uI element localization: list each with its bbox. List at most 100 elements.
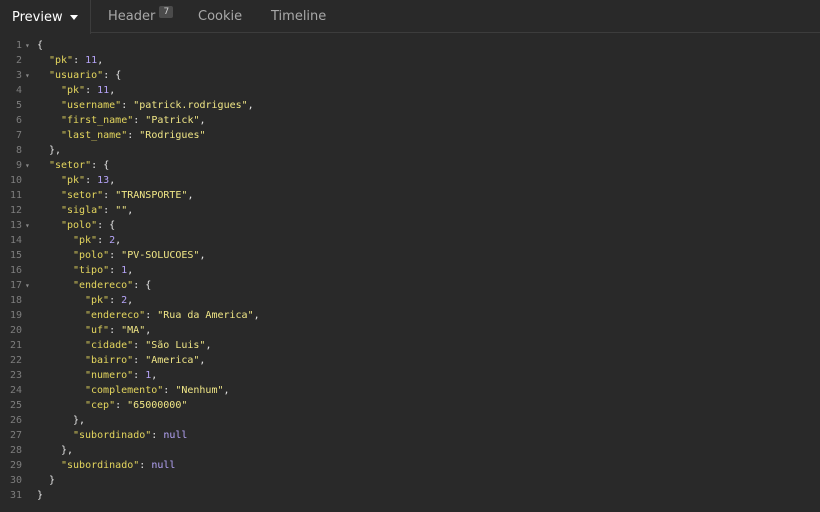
line-number: 31 [9,490,22,501]
code-text: } [37,473,55,488]
tab-preview[interactable]: Preview [0,0,91,34]
code-line: 13 ▾ "polo": { [0,218,820,233]
code-text: "usuario": { [37,68,121,83]
code-line: 24 "complemento": "Nenhum", [0,383,820,398]
code-line: 20 "uf": "MA", [0,323,820,338]
line-number: 14 [9,235,22,246]
code-text: "pk": 11, [37,53,103,68]
code-text: "tipo": 1, [37,263,133,278]
tab-timeline-label: Timeline [271,9,327,24]
json-punctuation: : [85,85,98,96]
code-line: 23 "numero": 1, [0,368,820,383]
json-punctuation: : [109,265,122,276]
code-text: "bairro": "America", [37,353,205,368]
code-text: "polo": { [37,218,115,233]
json-string: "TRANSPORTE" [115,190,188,201]
code-text: }, [37,443,73,458]
json-punctuation: { [37,40,44,51]
line-number: 7 [15,130,22,141]
json-string: "Rua da America" [157,310,254,321]
line-number: 24 [9,385,22,396]
json-punctuation: , [199,115,206,126]
line-number: 15 [9,250,22,261]
json-key: "last_name" [61,130,128,141]
fold-toggle-icon[interactable]: ▾ [25,218,30,233]
tab-cookie[interactable]: Cookie [198,0,242,33]
json-response-viewer[interactable]: 1 ▾{2 "pk": 11, 3 ▾ "usuario": {4 "pk": 11, 5 "u… [0,38,820,512]
json-key: "endereco" [85,310,146,321]
json-punctuation: , [109,175,116,186]
json-key: "username" [61,100,122,111]
json-punctuation: : [121,100,134,111]
json-key: "cep" [85,400,116,411]
line-number: 27 [9,430,22,441]
json-punctuation: , [187,190,194,201]
code-line: 22 "bairro": "America", [0,353,820,368]
json-key: "polo" [61,220,98,231]
code-line: 1 ▾ { [0,38,820,53]
line-number: 29 [9,460,22,471]
json-key: "pk" [85,295,110,306]
line-number: 18 [9,295,22,306]
chevron-down-icon[interactable] [69,15,78,20]
json-punctuation: , [127,265,134,276]
code-line: 9 ▾ "setor": { [0,158,820,173]
json-punctuation: : [133,355,146,366]
fold-toggle-icon[interactable]: ▾ [25,158,30,173]
code-text: "pk": 13, [37,173,115,188]
json-punctuation: , [199,355,206,366]
tab-header[interactable]: Header 7 [108,0,174,33]
json-punctuation: , [145,325,152,336]
code-line: 16 "tipo": 1, [0,263,820,278]
line-number: 17 [9,280,22,291]
code-line: 12 "sigla": "", [0,203,820,218]
json-key: "pk" [61,175,86,186]
code-line: 26}, [0,413,820,428]
code-line: 30} [0,473,820,488]
json-key: "uf" [85,325,110,336]
json-punctuation: , [151,370,158,381]
code-text: "uf": "MA", [37,323,151,338]
json-punctuation: : [133,370,146,381]
tab-timeline[interactable]: Timeline [271,0,326,33]
code-line: 11 "setor": "TRANSPORTE", [0,188,820,203]
json-key: "cidade" [85,340,134,351]
code-line: 21 "cidade": "São Luis", [0,338,820,353]
json-punctuation: , [199,250,206,261]
json-punctuation: : [97,235,110,246]
json-string: "Patrick" [145,115,200,126]
code-line: 19 "endereco": "Rua da America", [0,308,820,323]
code-line: 28}, [0,443,820,458]
fold-toggle-icon[interactable]: ▾ [25,278,30,293]
line-number: 21 [9,340,22,351]
json-punctuation: : [85,175,98,186]
fold-toggle-icon[interactable]: ▾ [25,38,30,53]
code-text: "cep": "65000000" [37,398,187,413]
json-value: 11 [97,85,110,96]
code-text: "endereco": "Rua da America", [37,308,260,323]
json-string: "MA" [121,325,146,336]
json-punctuation: , [223,385,230,396]
tab-preview-label: Preview [12,9,63,25]
fold-toggle-icon[interactable]: ▾ [25,68,30,83]
json-punctuation: } [37,490,44,501]
json-key: "subordinado" [73,430,152,441]
line-number: 9 [15,160,22,171]
json-string: "patrick.rodrigues" [133,100,248,111]
json-string: "Rodrigues" [139,130,206,141]
json-value: null [163,430,188,441]
code-text: "pk": 11, [37,83,115,98]
json-punctuation: : [163,385,176,396]
code-text: "pk": 2, [37,233,121,248]
json-punctuation: : { [97,220,116,231]
line-number: 5 [15,100,22,111]
json-string: "PV-SOLUCOES" [121,250,200,261]
json-key: "setor" [61,190,104,201]
code-text: }, [37,413,85,428]
json-key: "tipo" [73,265,110,276]
json-key: "setor" [49,160,92,171]
code-line: 10 "pk": 13, [0,173,820,188]
json-key: "subordinado" [61,460,140,471]
json-punctuation: } [49,475,56,486]
code-line: 5 "username": "patrick.rodrigues", [0,98,820,113]
